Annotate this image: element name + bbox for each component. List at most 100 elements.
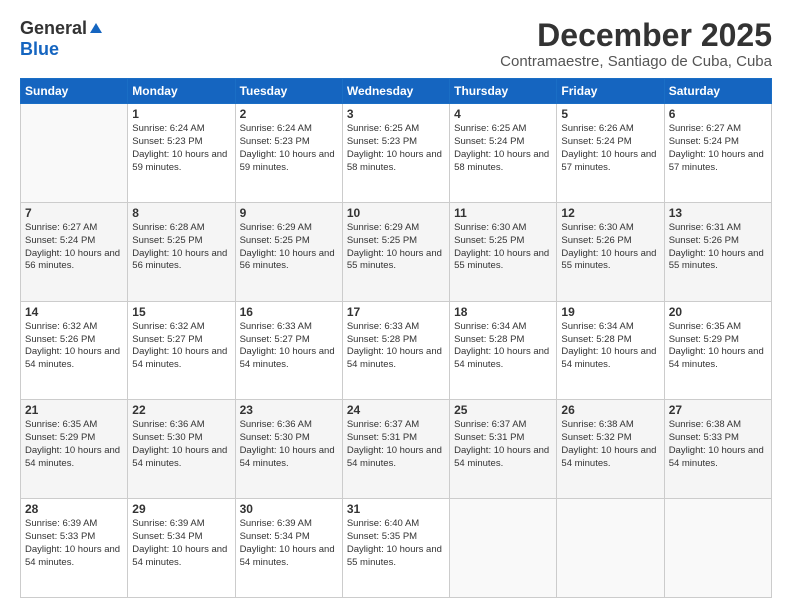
header-thursday: Thursday xyxy=(450,79,557,104)
logo-triangle-icon xyxy=(90,23,102,33)
day-info: Sunrise: 6:30 AM Sunset: 5:25 PM Dayligh… xyxy=(454,222,552,273)
table-row: 24 Sunrise: 6:37 AM Sunset: 5:31 PM Dayli… xyxy=(342,400,449,499)
table-row: 26Sunrise: 6:38 AM Sunset: 5:32 PM Dayli… xyxy=(557,400,664,499)
day-number: 6 xyxy=(669,107,767,121)
day-number: 5 xyxy=(561,107,659,121)
table-row: 28Sunrise: 6:39 AM Sunset: 5:33 PM Dayli… xyxy=(21,499,128,598)
day-number: 9 xyxy=(240,206,338,220)
logo-general: General xyxy=(20,18,87,39)
day-info: Sunrise: 6:30 AM Sunset: 5:26 PM Dayligh… xyxy=(561,222,659,273)
table-row: 23 Sunrise: 6:36 AM Sunset: 5:30 PM Dayli… xyxy=(235,400,342,499)
table-row: 29 Sunrise: 6:39 AM Sunset: 5:34 PM Dayli… xyxy=(128,499,235,598)
title-block: December 2025 Contramaestre, Santiago de… xyxy=(500,18,772,70)
day-number: 25 xyxy=(454,403,552,417)
table-row: 1Sunrise: 6:24 AM Sunset: 5:23 PM Daylig… xyxy=(128,104,235,203)
calendar-header-row: Sunday Monday Tuesday Wednesday Thursday… xyxy=(21,79,772,104)
calendar-week-row: 1 Sunrise: 6:24 AM Sunset: 5:23 PM Daylig… xyxy=(21,104,772,203)
day-number: 20 xyxy=(669,305,767,319)
table-row: 8 Sunrise: 6:28 AM Sunset: 5:25 PM Daylig… xyxy=(128,202,235,301)
table-row: 16Sunrise: 6:33 AM Sunset: 5:27 PM Dayli… xyxy=(235,301,342,400)
calendar-week-row: 28Sunrise: 6:39 AM Sunset: 5:33 PM Dayli… xyxy=(21,499,772,598)
calendar-subtitle: Contramaestre, Santiago de Cuba, Cuba xyxy=(500,53,772,70)
day-info: Sunrise: 6:28 AM Sunset: 5:25 PM Dayligh… xyxy=(132,222,230,273)
table-row: 9 Sunrise: 6:29 AM Sunset: 5:25 PM Daylig… xyxy=(235,202,342,301)
page: General Blue December 2025 Contramaestre… xyxy=(0,0,792,612)
day-info: Sunrise: 6:36 AM Sunset: 5:30 PM Dayligh… xyxy=(240,419,338,470)
table-row: 21 Sunrise: 6:35 AM Sunset: 5:29 PM Dayli… xyxy=(21,400,128,499)
day-number: 19 xyxy=(561,305,659,319)
day-number: 15 xyxy=(132,305,230,319)
header-saturday: Saturday xyxy=(664,79,771,104)
table-row: 11 Sunrise: 6:30 AM Sunset: 5:25 PM Dayli… xyxy=(450,202,557,301)
day-number: 24 xyxy=(347,403,445,417)
day-info: Sunrise: 6:39 AM Sunset: 5:34 PM Dayligh… xyxy=(132,518,230,569)
day-number: 23 xyxy=(240,403,338,417)
day-number: 29 xyxy=(132,502,230,516)
table-row: 12 Sunrise: 6:30 AM Sunset: 5:26 PM Dayli… xyxy=(557,202,664,301)
day-number: 14 xyxy=(25,305,123,319)
header: General Blue December 2025 Contramaestre… xyxy=(20,18,772,70)
table-row: 20 Sunrise: 6:35 AM Sunset: 5:29 PM Dayli… xyxy=(664,301,771,400)
header-monday: Monday xyxy=(128,79,235,104)
day-info: Sunrise: 6:33 AM Sunset: 5:28 PM Dayligh… xyxy=(347,321,445,372)
table-row: 27Sunrise: 6:38 AM Sunset: 5:33 PM Dayli… xyxy=(664,400,771,499)
day-number: 3 xyxy=(347,107,445,121)
calendar-week-row: 21 Sunrise: 6:35 AM Sunset: 5:29 PM Dayli… xyxy=(21,400,772,499)
day-info: Sunrise: 6:35 AM Sunset: 5:29 PM Dayligh… xyxy=(669,321,767,372)
logo: General Blue xyxy=(20,18,102,60)
day-number: 26 xyxy=(561,403,659,417)
day-info: Sunrise: 6:27 AM Sunset: 5:24 PM Dayligh… xyxy=(669,123,767,174)
table-row: 18Sunrise: 6:34 AM Sunset: 5:28 PM Dayli… xyxy=(450,301,557,400)
table-row: 19 Sunrise: 6:34 AM Sunset: 5:28 PM Dayli… xyxy=(557,301,664,400)
table-row: 31 Sunrise: 6:40 AM Sunset: 5:35 PM Dayli… xyxy=(342,499,449,598)
day-info: Sunrise: 6:24 AM Sunset: 5:23 PM Dayligh… xyxy=(240,123,338,174)
day-info: Sunrise: 6:25 AM Sunset: 5:24 PM Dayligh… xyxy=(454,123,552,174)
table-row: 14 Sunrise: 6:32 AM Sunset: 5:26 PM Dayli… xyxy=(21,301,128,400)
table-row: 22 Sunrise: 6:36 AM Sunset: 5:30 PM Dayli… xyxy=(128,400,235,499)
table-row: 17Sunrise: 6:33 AM Sunset: 5:28 PM Dayli… xyxy=(342,301,449,400)
table-row xyxy=(21,104,128,203)
day-number: 10 xyxy=(347,206,445,220)
table-row: 6 Sunrise: 6:27 AM Sunset: 5:24 PM Daylig… xyxy=(664,104,771,203)
day-info: Sunrise: 6:34 AM Sunset: 5:28 PM Dayligh… xyxy=(561,321,659,372)
table-row: 5 Sunrise: 6:26 AM Sunset: 5:24 PM Daylig… xyxy=(557,104,664,203)
header-sunday: Sunday xyxy=(21,79,128,104)
day-info: Sunrise: 6:35 AM Sunset: 5:29 PM Dayligh… xyxy=(25,419,123,470)
day-info: Sunrise: 6:37 AM Sunset: 5:31 PM Dayligh… xyxy=(347,419,445,470)
day-info: Sunrise: 6:27 AM Sunset: 5:24 PM Dayligh… xyxy=(25,222,123,273)
calendar-week-row: 14 Sunrise: 6:32 AM Sunset: 5:26 PM Dayli… xyxy=(21,301,772,400)
day-info: Sunrise: 6:33 AM Sunset: 5:27 PM Dayligh… xyxy=(240,321,338,372)
day-number: 1 xyxy=(132,107,230,121)
day-number: 22 xyxy=(132,403,230,417)
day-info: Sunrise: 6:32 AM Sunset: 5:26 PM Dayligh… xyxy=(25,321,123,372)
table-row: 3Sunrise: 6:25 AM Sunset: 5:23 PM Daylig… xyxy=(342,104,449,203)
day-info: Sunrise: 6:29 AM Sunset: 5:25 PM Dayligh… xyxy=(240,222,338,273)
calendar-week-row: 7 Sunrise: 6:27 AM Sunset: 5:24 PM Daylig… xyxy=(21,202,772,301)
table-row xyxy=(450,499,557,598)
calendar-title: December 2025 xyxy=(500,18,772,53)
day-number: 21 xyxy=(25,403,123,417)
header-wednesday: Wednesday xyxy=(342,79,449,104)
day-number: 11 xyxy=(454,206,552,220)
header-friday: Friday xyxy=(557,79,664,104)
table-row: 2Sunrise: 6:24 AM Sunset: 5:23 PM Daylig… xyxy=(235,104,342,203)
day-info: Sunrise: 6:37 AM Sunset: 5:31 PM Dayligh… xyxy=(454,419,552,470)
day-info: Sunrise: 6:31 AM Sunset: 5:26 PM Dayligh… xyxy=(669,222,767,273)
day-info: Sunrise: 6:40 AM Sunset: 5:35 PM Dayligh… xyxy=(347,518,445,569)
table-row: 25 Sunrise: 6:37 AM Sunset: 5:31 PM Dayli… xyxy=(450,400,557,499)
calendar-table: Sunday Monday Tuesday Wednesday Thursday… xyxy=(20,78,772,598)
day-number: 12 xyxy=(561,206,659,220)
day-number: 4 xyxy=(454,107,552,121)
day-number: 18 xyxy=(454,305,552,319)
day-number: 13 xyxy=(669,206,767,220)
table-row xyxy=(557,499,664,598)
table-row: 7 Sunrise: 6:27 AM Sunset: 5:24 PM Daylig… xyxy=(21,202,128,301)
day-number: 8 xyxy=(132,206,230,220)
day-number: 31 xyxy=(347,502,445,516)
table-row: 15 Sunrise: 6:32 AM Sunset: 5:27 PM Dayli… xyxy=(128,301,235,400)
day-info: Sunrise: 6:32 AM Sunset: 5:27 PM Dayligh… xyxy=(132,321,230,372)
day-info: Sunrise: 6:36 AM Sunset: 5:30 PM Dayligh… xyxy=(132,419,230,470)
day-info: Sunrise: 6:39 AM Sunset: 5:33 PM Dayligh… xyxy=(25,518,123,569)
day-number: 7 xyxy=(25,206,123,220)
day-info: Sunrise: 6:26 AM Sunset: 5:24 PM Dayligh… xyxy=(561,123,659,174)
